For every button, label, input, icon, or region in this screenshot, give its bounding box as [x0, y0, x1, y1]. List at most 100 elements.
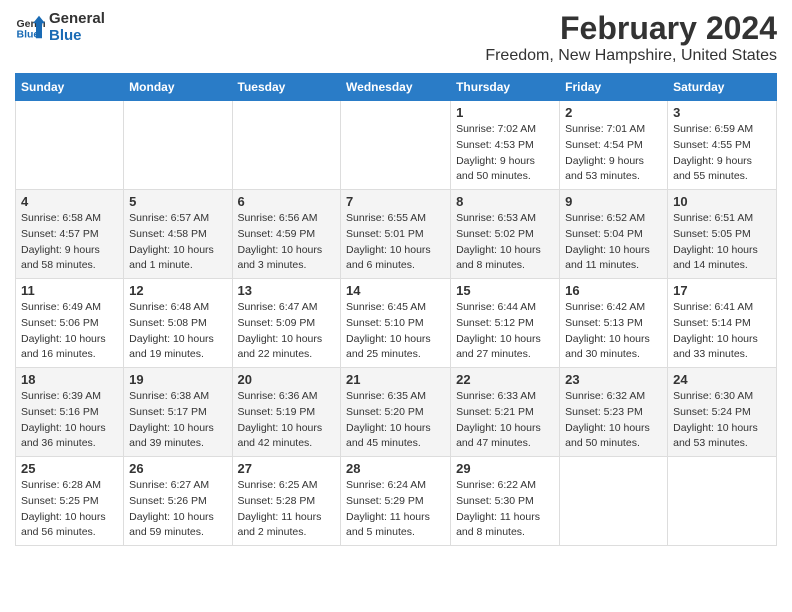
calendar-cell — [232, 101, 341, 190]
day-number: 14 — [346, 283, 445, 298]
calendar-week-3: 11Sunrise: 6:49 AMSunset: 5:06 PMDayligh… — [16, 279, 777, 368]
calendar-week-1: 1 Sunrise: 7:02 AMSunset: 4:53 PMDaylight… — [16, 101, 777, 190]
calendar-week-2: 4 Sunrise: 6:58 AMSunset: 4:57 PMDaylight… — [16, 190, 777, 279]
calendar-cell: 7 Sunrise: 6:55 AMSunset: 5:01 PMDaylight… — [341, 190, 451, 279]
day-info: Sunrise: 6:53 AMSunset: 5:02 PMDaylight:… — [456, 211, 554, 274]
day-number: 3 — [673, 105, 771, 120]
calendar-cell: 22 Sunrise: 6:33 AMSunset: 5:21 PMDayligh… — [451, 368, 560, 457]
logo: General Blue General Blue — [15, 10, 105, 44]
calendar-cell: 10 Sunrise: 6:51 AMSunset: 5:05 PMDayligh… — [668, 190, 777, 279]
day-info: Sunrise: 6:24 AMSunset: 5:29 PMDaylight:… — [346, 478, 445, 541]
logo-icon: General Blue — [15, 12, 45, 42]
day-number: 17 — [673, 283, 771, 298]
calendar-header: Sunday Monday Tuesday Wednesday Thursday… — [16, 74, 777, 101]
day-number: 16 — [565, 283, 662, 298]
day-number: 26 — [129, 461, 226, 476]
day-number: 24 — [673, 372, 771, 387]
day-number: 20 — [238, 372, 336, 387]
day-number: 1 — [456, 105, 554, 120]
col-monday: Monday — [124, 74, 232, 101]
calendar-subtitle: Freedom, New Hampshire, United States — [485, 47, 777, 65]
calendar-cell: 19 Sunrise: 6:38 AMSunset: 5:17 PMDayligh… — [124, 368, 232, 457]
logo-general: General — [49, 10, 105, 27]
day-number: 2 — [565, 105, 662, 120]
calendar-week-4: 18 Sunrise: 6:39 AMSunset: 5:16 PMDayligh… — [16, 368, 777, 457]
calendar-cell: 8 Sunrise: 6:53 AMSunset: 5:02 PMDaylight… — [451, 190, 560, 279]
calendar-cell: 13 Sunrise: 6:47 AMSunset: 5:09 PMDayligh… — [232, 279, 341, 368]
calendar-cell — [124, 101, 232, 190]
day-number: 10 — [673, 194, 771, 209]
calendar-table: Sunday Monday Tuesday Wednesday Thursday… — [15, 73, 777, 546]
day-info: Sunrise: 6:51 AMSunset: 5:05 PMDaylight:… — [673, 211, 771, 274]
day-number: 15 — [456, 283, 554, 298]
day-number: 27 — [238, 461, 336, 476]
day-info: Sunrise: 6:22 AMSunset: 5:30 PMDaylight:… — [456, 478, 554, 541]
day-info: Sunrise: 6:48 AMSunset: 5:08 PMDaylight:… — [129, 300, 226, 363]
calendar-cell: 21Sunrise: 6:35 AMSunset: 5:20 PMDayligh… — [341, 368, 451, 457]
day-info: Sunrise: 6:44 AMSunset: 5:12 PMDaylight:… — [456, 300, 554, 363]
day-info: Sunrise: 6:33 AMSunset: 5:21 PMDaylight:… — [456, 389, 554, 452]
day-info: Sunrise: 6:59 AMSunset: 4:55 PMDaylight:… — [673, 122, 771, 185]
day-info: Sunrise: 6:45 AMSunset: 5:10 PMDaylight:… — [346, 300, 445, 363]
day-number: 25 — [21, 461, 118, 476]
day-info: Sunrise: 7:02 AMSunset: 4:53 PMDaylight:… — [456, 122, 554, 185]
calendar-title: February 2024 — [485, 10, 777, 47]
day-info: Sunrise: 6:55 AMSunset: 5:01 PMDaylight:… — [346, 211, 445, 274]
calendar-cell: 12 Sunrise: 6:48 AMSunset: 5:08 PMDayligh… — [124, 279, 232, 368]
day-info: Sunrise: 6:36 AMSunset: 5:19 PMDaylight:… — [238, 389, 336, 452]
day-info: Sunrise: 6:30 AMSunset: 5:24 PMDaylight:… — [673, 389, 771, 452]
calendar-cell — [341, 101, 451, 190]
calendar-cell: 20 Sunrise: 6:36 AMSunset: 5:19 PMDayligh… — [232, 368, 341, 457]
calendar-cell: 2 Sunrise: 7:01 AMSunset: 4:54 PMDaylight… — [560, 101, 668, 190]
day-info: Sunrise: 6:27 AMSunset: 5:26 PMDaylight:… — [129, 478, 226, 541]
day-number: 29 — [456, 461, 554, 476]
day-number: 9 — [565, 194, 662, 209]
calendar-cell: 24 Sunrise: 6:30 AMSunset: 5:24 PMDayligh… — [668, 368, 777, 457]
calendar-cell: 25Sunrise: 6:28 AMSunset: 5:25 PMDayligh… — [16, 457, 124, 546]
col-wednesday: Wednesday — [341, 74, 451, 101]
calendar-cell: 4 Sunrise: 6:58 AMSunset: 4:57 PMDaylight… — [16, 190, 124, 279]
calendar-cell — [560, 457, 668, 546]
day-info: Sunrise: 6:56 AMSunset: 4:59 PMDaylight:… — [238, 211, 336, 274]
calendar-cell: 28 Sunrise: 6:24 AMSunset: 5:29 PMDayligh… — [341, 457, 451, 546]
calendar-week-5: 25Sunrise: 6:28 AMSunset: 5:25 PMDayligh… — [16, 457, 777, 546]
day-number: 18 — [21, 372, 118, 387]
calendar-cell: 17Sunrise: 6:41 AMSunset: 5:14 PMDayligh… — [668, 279, 777, 368]
svg-text:Blue: Blue — [17, 29, 40, 41]
day-number: 8 — [456, 194, 554, 209]
day-info: Sunrise: 6:25 AMSunset: 5:28 PMDaylight:… — [238, 478, 336, 541]
calendar-cell: 18 Sunrise: 6:39 AMSunset: 5:16 PMDayligh… — [16, 368, 124, 457]
day-info: Sunrise: 6:58 AMSunset: 4:57 PMDaylight:… — [21, 211, 118, 274]
col-friday: Friday — [560, 74, 668, 101]
day-info: Sunrise: 6:38 AMSunset: 5:17 PMDaylight:… — [129, 389, 226, 452]
day-info: Sunrise: 6:32 AMSunset: 5:23 PMDaylight:… — [565, 389, 662, 452]
calendar-cell: 11Sunrise: 6:49 AMSunset: 5:06 PMDayligh… — [16, 279, 124, 368]
calendar-cell: 1 Sunrise: 7:02 AMSunset: 4:53 PMDaylight… — [451, 101, 560, 190]
calendar-cell: 14 Sunrise: 6:45 AMSunset: 5:10 PMDayligh… — [341, 279, 451, 368]
header-row: Sunday Monday Tuesday Wednesday Thursday… — [16, 74, 777, 101]
day-number: 28 — [346, 461, 445, 476]
calendar-cell: 6Sunrise: 6:56 AMSunset: 4:59 PMDaylight… — [232, 190, 341, 279]
calendar-body: 1 Sunrise: 7:02 AMSunset: 4:53 PMDaylight… — [16, 101, 777, 546]
day-number: 21 — [346, 372, 445, 387]
day-number: 7 — [346, 194, 445, 209]
calendar-cell: 27 Sunrise: 6:25 AMSunset: 5:28 PMDayligh… — [232, 457, 341, 546]
day-number: 5 — [129, 194, 226, 209]
day-number: 13 — [238, 283, 336, 298]
day-number: 12 — [129, 283, 226, 298]
day-info: Sunrise: 6:39 AMSunset: 5:16 PMDaylight:… — [21, 389, 118, 452]
calendar-cell: 9Sunrise: 6:52 AMSunset: 5:04 PMDaylight… — [560, 190, 668, 279]
col-sunday: Sunday — [16, 74, 124, 101]
day-number: 11 — [21, 283, 118, 298]
calendar-cell: 15 Sunrise: 6:44 AMSunset: 5:12 PMDayligh… — [451, 279, 560, 368]
calendar-cell: 23Sunrise: 6:32 AMSunset: 5:23 PMDayligh… — [560, 368, 668, 457]
page-header: General Blue General Blue February 2024 … — [15, 10, 777, 65]
calendar-cell: 3 Sunrise: 6:59 AMSunset: 4:55 PMDaylight… — [668, 101, 777, 190]
day-number: 19 — [129, 372, 226, 387]
day-info: Sunrise: 7:01 AMSunset: 4:54 PMDaylight:… — [565, 122, 662, 185]
day-number: 22 — [456, 372, 554, 387]
calendar-cell: 29 Sunrise: 6:22 AMSunset: 5:30 PMDayligh… — [451, 457, 560, 546]
day-number: 4 — [21, 194, 118, 209]
day-info: Sunrise: 6:47 AMSunset: 5:09 PMDaylight:… — [238, 300, 336, 363]
title-block: February 2024 Freedom, New Hampshire, Un… — [485, 10, 777, 65]
